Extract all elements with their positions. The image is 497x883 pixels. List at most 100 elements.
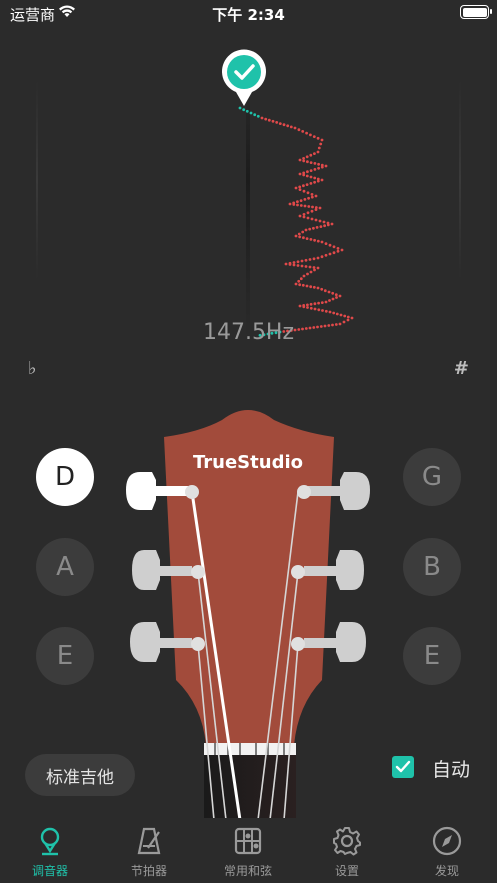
trace-dot [309, 161, 313, 164]
trace-dot [302, 215, 306, 219]
trace-dot [309, 270, 313, 274]
trace-dot [297, 232, 301, 236]
tab-chords[interactable]: 常用和弦 [208, 826, 288, 879]
gear-icon [333, 827, 361, 856]
trace-dot [340, 248, 344, 252]
trace-dot [320, 287, 324, 291]
trace-dot [304, 265, 308, 268]
pitch-trace [238, 106, 354, 337]
trace-dot [313, 176, 317, 180]
trace-dot [309, 238, 313, 241]
trace-dot [267, 118, 271, 122]
trace-dot [288, 202, 292, 206]
trace-dot [301, 230, 305, 234]
trace-dot [309, 153, 313, 157]
left-guide-line [36, 80, 38, 280]
string-button-b[interactable]: B [403, 538, 461, 596]
trace-dot [313, 307, 317, 311]
trace-dot [310, 209, 314, 213]
trace-dot [346, 315, 350, 319]
trace-dot [292, 203, 296, 206]
string-button-d[interactable]: D [36, 448, 94, 506]
tab-discover[interactable]: 发现 [407, 826, 487, 879]
trace-dot [302, 184, 305, 188]
trace-dot [316, 256, 320, 260]
trace-dot [316, 239, 320, 243]
trace-dot [324, 253, 328, 257]
auto-label: 自动 [432, 759, 471, 781]
trace-dot [292, 263, 296, 267]
tab-label: 常用和弦 [223, 864, 272, 878]
trace-dot [298, 304, 302, 308]
trace-dot [310, 217, 314, 221]
trace-dot [309, 182, 313, 185]
trace-dot [350, 316, 354, 320]
tuning-mode-button[interactable]: 标准吉他 [25, 754, 135, 796]
trace-dot [328, 310, 332, 314]
trace-dot [306, 211, 310, 215]
trace-dot [309, 306, 313, 310]
auto-checkbox[interactable] [392, 756, 414, 778]
trace-dot [312, 266, 316, 269]
trace-dot [298, 185, 302, 189]
trace-dot [320, 138, 324, 142]
string-button-low-e[interactable]: E [36, 627, 94, 685]
trace-dot [324, 164, 328, 168]
tab-metronome[interactable]: 节拍器 [109, 826, 189, 879]
trace-dot [305, 174, 309, 178]
trace-dot [335, 312, 339, 316]
trace-dot [304, 228, 308, 232]
trace-dot [310, 193, 314, 196]
trace-dot [293, 126, 297, 130]
trace-dot [253, 113, 257, 117]
trace-dot [309, 169, 313, 173]
right-guide-line [459, 80, 461, 280]
trace-dot [242, 108, 246, 112]
trace-dot [294, 234, 298, 238]
trace-dot [314, 218, 318, 222]
trace-dot [296, 203, 299, 207]
tab-tuner[interactable]: 调音器 [10, 826, 90, 879]
trace-dot [316, 179, 320, 183]
trace-dot [324, 242, 328, 246]
string-button-a[interactable]: A [36, 538, 94, 596]
trace-dot [313, 268, 316, 272]
trace-dot [302, 213, 306, 216]
trace-dot [332, 251, 336, 255]
trace-dot [320, 301, 324, 304]
trace-dot [264, 117, 268, 121]
trace-dot [245, 109, 249, 113]
trace-dot [313, 302, 317, 306]
trace-dot [306, 191, 310, 195]
trace-dot [298, 283, 302, 287]
trace-dot [316, 266, 320, 270]
trace-dot [320, 255, 324, 259]
trace-dot [314, 194, 318, 198]
trace-dot [306, 306, 309, 309]
trace-dot [319, 225, 323, 229]
check-icon [395, 760, 411, 773]
trace-dot [332, 245, 336, 249]
trace-dot [303, 198, 307, 201]
trace-dot [313, 152, 316, 155]
trace-dot [328, 243, 332, 247]
trace-dot [313, 180, 316, 184]
trace-dot [312, 257, 316, 261]
trace-dot [302, 159, 306, 163]
trace-dot [316, 136, 320, 140]
compass-icon [432, 826, 462, 856]
trace-dot [304, 258, 308, 262]
trace-dot [286, 124, 290, 128]
chord-grid-icon [234, 827, 262, 855]
sharp-symbol: # [453, 358, 469, 379]
string-button-g[interactable]: G [403, 448, 461, 506]
trace-dot [316, 286, 320, 290]
trace-dot [301, 130, 305, 133]
trace-dot [302, 236, 305, 240]
string-button-high-e[interactable]: E [403, 627, 461, 685]
trace-dot [334, 293, 338, 297]
tab-settings[interactable]: 设置 [307, 826, 387, 879]
trace-dot [317, 166, 320, 170]
trace-dot [312, 226, 315, 230]
trace-dot [331, 291, 335, 295]
